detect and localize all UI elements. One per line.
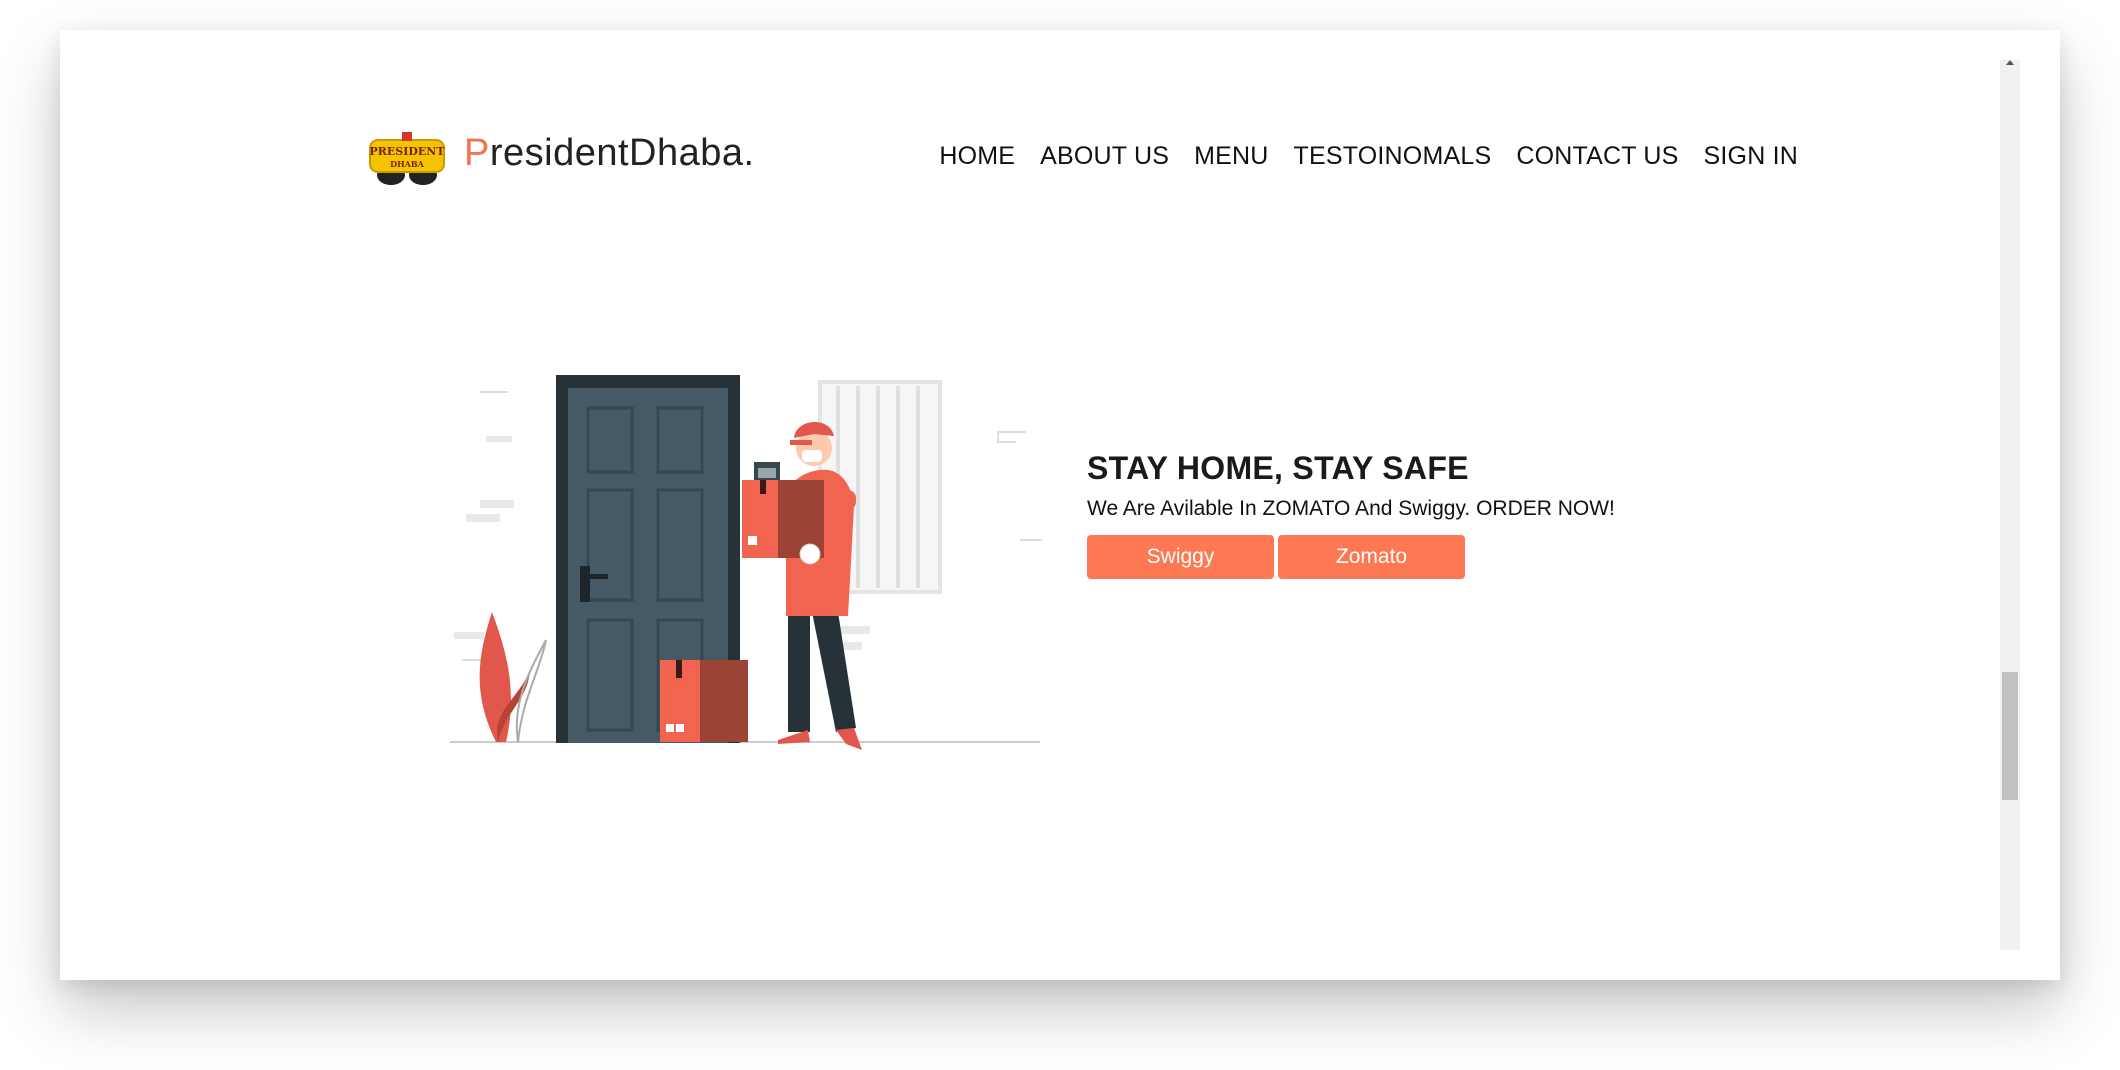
zomato-button[interactable]: Zomato <box>1278 535 1465 579</box>
delivery-illustration <box>450 375 1042 750</box>
logo-icon: PRESIDENT DHABA <box>369 132 445 185</box>
nav-menu-link[interactable]: MENU <box>1194 142 1268 171</box>
hero-text: STAY HOME, STAY SAFE We Are Avilable In … <box>1087 450 1787 579</box>
hero-title: STAY HOME, STAY SAFE <box>1087 450 1469 486</box>
hero-subtitle: We Are Avilable In ZOMATO And Swiggy. OR… <box>1087 497 1615 520</box>
nav-links: HOME ABOUT US MENU TESTOINOMALS CONTACT … <box>939 142 1798 171</box>
plant-graphic <box>479 612 547 743</box>
brand-name: PresidentDhaba. <box>464 132 755 175</box>
brand-name-rest: residentDhaba. <box>489 132 755 174</box>
nav-testimonials-link[interactable]: TESTOINOMALS <box>1294 142 1492 171</box>
navbar: PRESIDENT DHABA PresidentDhaba. HOME ABO… <box>368 102 1798 212</box>
nav-home-link[interactable]: HOME <box>939 142 1015 171</box>
svg-text:DHABA: DHABA <box>390 159 424 169</box>
scroll-up-arrow-icon[interactable] <box>2006 60 2014 65</box>
nav-contact-link[interactable]: CONTACT US <box>1516 142 1678 171</box>
swiggy-button[interactable]: Swiggy <box>1087 535 1274 579</box>
order-buttons: Swiggy Zomato <box>1087 535 1787 579</box>
scrollbar[interactable] <box>2000 60 2020 950</box>
scrollbar-thumb[interactable] <box>2002 672 2018 800</box>
svg-text:PRESIDENT: PRESIDENT <box>369 145 445 158</box>
floor-box-graphic <box>660 660 748 742</box>
nav-signin-link[interactable]: SIGN IN <box>1704 142 1798 171</box>
brand-name-first-letter: P <box>464 132 490 174</box>
browser-window: PRESIDENT DHABA PresidentDhaba. HOME ABO… <box>60 30 2060 980</box>
carried-box-graphic <box>742 480 824 565</box>
nav-about-link[interactable]: ABOUT US <box>1040 142 1169 171</box>
